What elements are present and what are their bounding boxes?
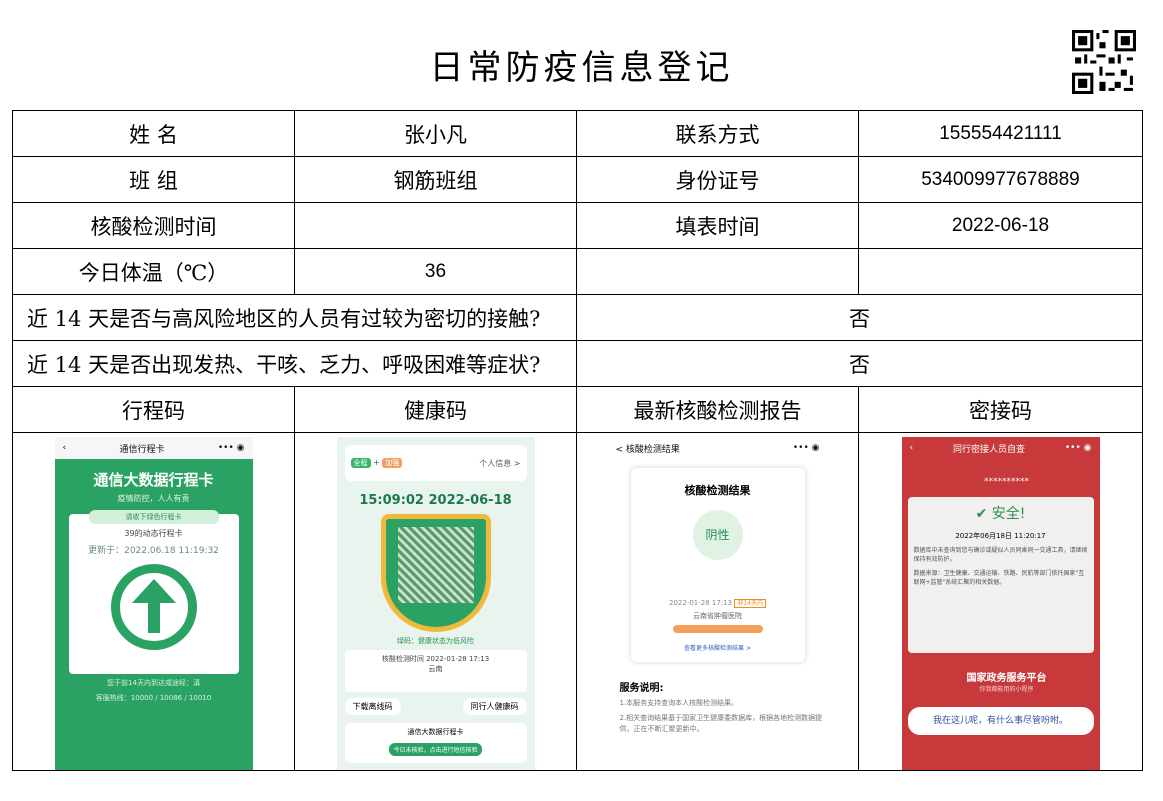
gov-platform-sub: 你我都能用的小程序 <box>979 686 1034 693</box>
gov-platform: 国家政务服务平台 <box>966 673 1047 684</box>
trip-pill: 请收下绿色行程卡 <box>88 510 219 524</box>
nucleic-badge: 非14天内 <box>734 599 766 608</box>
empty-cell <box>576 248 859 295</box>
nucleic-date: 2022-01-28 17:13 <box>669 599 733 607</box>
contact-card: ✔ 安全! 2022年06月18日 11:20:17 数据库中未查询到您与确诊或… <box>907 497 1094 653</box>
health-test-time: 核酸检测时间 2022-01-28 17:13 <box>381 655 490 663</box>
nucleic-bar-title: < 核酸检测结果 <box>615 444 680 455</box>
trip-code-cell: ‹ 通信行程卡 ••• ◉ 通信大数据行程卡 疫情防控，人人有责 请收下绿色行程卡 … <box>12 432 295 771</box>
answer-contact: 否 <box>576 294 1143 341</box>
contact-code-screenshot: ‹ 同行密接人员自查 ••• ◉ ********** ✔ 安全! 2022年06月… <box>901 437 1100 770</box>
header-contact-code: 密接码 <box>858 386 1143 433</box>
header-health-code: 健康码 <box>294 386 577 433</box>
health-top: 全程 + 加强 个人信息 > <box>344 445 527 481</box>
trip-updated: 更新于：2022.06.18 11:19:32 <box>88 546 219 556</box>
header-nucleic-report: 最新核酸检测报告 <box>576 386 859 433</box>
contact-value: 155554421111 <box>858 110 1143 157</box>
service-line-2: 2.相关查询结果基于国家卫生健康委数据库，根据各地检测数据提供，正在不断汇聚更新… <box>619 714 823 733</box>
contact-safe: ✔ 安全! <box>914 503 1088 523</box>
contact-code-cell: ‹ 同行密接人员自查 ••• ◉ ********** ✔ 安全! 2022年06月… <box>858 432 1143 771</box>
green-arrow-icon <box>110 564 197 650</box>
temp-value: 36 <box>294 248 577 295</box>
trip-card-line: 39的动态行程卡 <box>124 529 183 538</box>
contact-safe-text: 安全! <box>991 506 1026 522</box>
assistant-prompt: 我在这儿呢，有什么事尽管吩咐。 <box>907 707 1094 735</box>
check-icon: ✔ <box>975 506 988 522</box>
health-info: 核酸检测时间 2022-01-28 17:13 云南 <box>344 650 527 692</box>
contact-bar-title: 同行密接人员自查 <box>952 444 1025 455</box>
info-table: 姓 名 张小凡 联系方式 155554421111 班 组 钢筋班组 身份证号 … <box>12 110 1143 771</box>
nucleic-card: 核酸检测结果 阴性 2022-01-28 17:13 非14天内 云南省肿瘤医院… <box>629 467 806 663</box>
health-buttons: 下载离线码 同行人健康码 <box>344 698 527 715</box>
header-trip-code: 行程码 <box>12 386 295 433</box>
empty-cell <box>858 248 1143 295</box>
contact-topbar: ‹ 同行密接人员自查 ••• ◉ <box>902 437 1100 459</box>
answer-symptoms: 否 <box>576 340 1143 387</box>
trip-code-screenshot: ‹ 通信行程卡 ••• ◉ 通信大数据行程卡 疫情防控，人人有责 请收下绿色行程卡 … <box>54 437 253 770</box>
nucleic-topbar: < 核酸检测结果 ••• ◉ <box>608 437 828 459</box>
page-title: 日常防疫信息登记 <box>429 48 734 88</box>
contact-masked-id: ********** <box>984 477 1029 487</box>
trip-bar-title: 通信行程卡 <box>119 444 165 455</box>
qr-code-icon <box>1072 30 1136 94</box>
nucleic-date-line: 2022-01-28 17:13 非14天内 <box>631 598 805 608</box>
name-value: 张小凡 <box>294 110 577 157</box>
question-contact: 近 14 天是否与高风险地区的人员有过较为密切的接触? <box>12 294 577 341</box>
personal-info-link: 个人信息 > <box>479 458 521 468</box>
nucleic-more-link: 查看更多核酸检测结果 > <box>684 645 751 652</box>
health-status: 绿码：健康状态为低风险 <box>397 637 474 645</box>
service-title: 服务说明: <box>619 683 664 694</box>
nucleic-report-screenshot: < 核酸检测结果 ••• ◉ 核酸检测结果 阴性 2022-01-28 17:13… <box>607 437 828 770</box>
question-symptoms: 近 14 天是否出现发热、干咳、乏力、呼吸困难等症状? <box>12 340 577 387</box>
trip-subtitle: 疫情防控，人人有责 <box>117 494 190 503</box>
download-offline-button: 下载离线码 <box>344 698 401 715</box>
health-trip-verify: 今日未核验，点击进行短信核验 <box>389 743 482 756</box>
companion-code-button: 同行人健康码 <box>462 698 527 715</box>
tag-boost: 加强 <box>382 458 403 468</box>
service-line-1: 1.本服务支持查询本人核酸检测结果。 <box>619 699 739 707</box>
health-time: 15:09:02 2022-06-18 <box>359 493 512 508</box>
tag-full: 全程 <box>350 458 371 468</box>
nucleic-result: 阴性 <box>692 510 743 560</box>
trip-topbar: ‹ 通信行程卡 ••• ◉ <box>54 437 253 459</box>
id-value: 534009977678889 <box>858 156 1143 203</box>
team-value: 钢筋班组 <box>294 156 577 203</box>
health-qr-icon <box>397 527 474 603</box>
contact-desc: 数据库中未查询到您与确诊或疑似人员同乘同一交通工具，请继续保持有效防护。 <box>913 547 1088 563</box>
team-label: 班 组 <box>12 156 295 203</box>
fill-time-value: 2022-06-18 <box>858 202 1143 249</box>
name-label: 姓 名 <box>12 110 295 157</box>
trip-visited: 您于前14天内到达或途经：滇 <box>107 679 200 687</box>
trip-card: 请收下绿色行程卡 39的动态行程卡 更新于：2022.06.18 11:19:3… <box>68 510 239 674</box>
contact-source: 数据来源：卫生健康、交通运输、铁路、民航等部门依托国家"互联网+监管"系统汇聚的… <box>913 570 1085 586</box>
menu-icon: ••• ◉ <box>792 443 820 453</box>
health-trip-card-title: 通信大数据行程卡 <box>407 728 464 736</box>
nucleic-hospital: 云南省肿瘤医院 <box>693 612 742 620</box>
contact-label: 联系方式 <box>576 110 859 157</box>
health-qr-shield <box>380 514 491 632</box>
contact-datetime: 2022年06月18日 11:20:17 <box>955 532 1046 540</box>
test-time-value <box>294 202 577 249</box>
health-place: 云南 <box>428 665 443 673</box>
test-time-label: 核酸检测时间 <box>12 202 295 249</box>
trip-hotline: 客服热线：10000 / 10086 / 10010 <box>95 694 212 702</box>
health-trip-card: 通信大数据行程卡 今日未核验，点击进行短信核验 <box>344 723 527 763</box>
fill-time-label: 填表时间 <box>576 202 859 249</box>
back-icon: ‹ <box>62 443 67 453</box>
id-label: 身份证号 <box>576 156 859 203</box>
health-code-screenshot: 全程 + 加强 个人信息 > 15:09:02 2022-06-18 绿码：健康… <box>336 437 535 770</box>
health-code-cell: 全程 + 加强 个人信息 > 15:09:02 2022-06-18 绿码：健康… <box>294 432 577 771</box>
menu-icon: ••• ◉ <box>1064 443 1092 453</box>
redacted-name <box>672 625 763 633</box>
temp-label: 今日体温（℃） <box>12 248 295 295</box>
nucleic-report-cell: < 核酸检测结果 ••• ◉ 核酸检测结果 阴性 2022-01-28 17:13… <box>576 432 859 771</box>
menu-icon: ••• ◉ <box>217 443 245 453</box>
back-icon: ‹ <box>909 443 914 453</box>
trip-title: 通信大数据行程卡 <box>93 471 214 489</box>
nucleic-card-title: 核酸检测结果 <box>684 484 751 497</box>
